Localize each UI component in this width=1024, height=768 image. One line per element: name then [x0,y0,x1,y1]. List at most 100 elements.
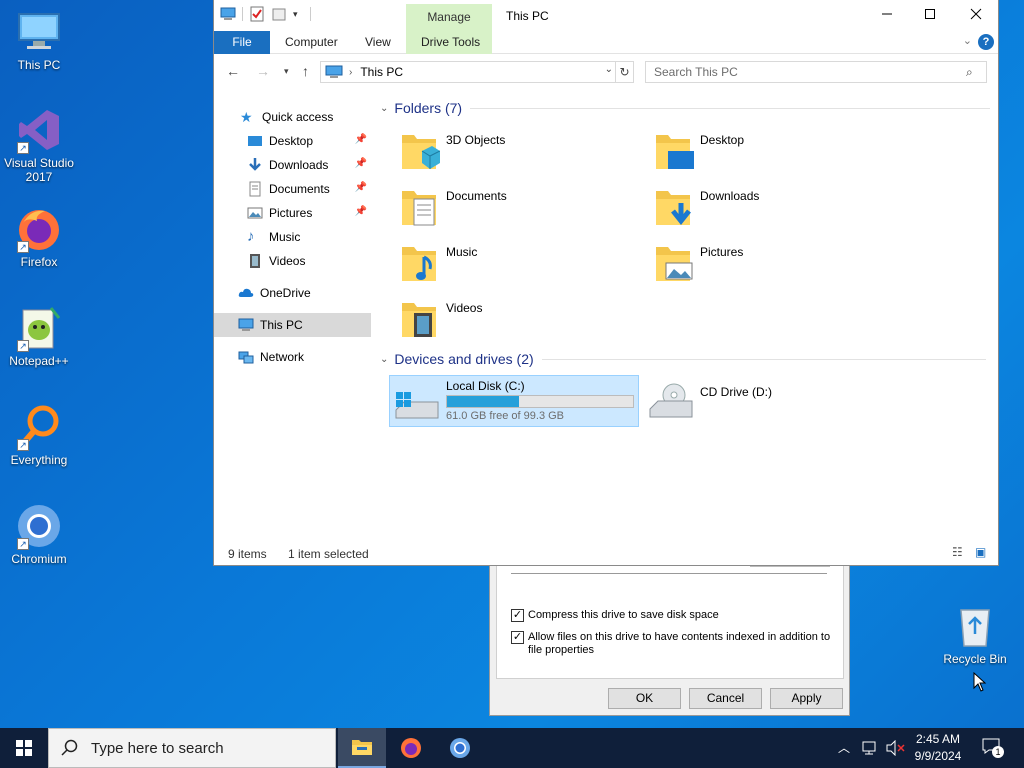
music-folder-icon [402,247,436,281]
desktop-icon-everything[interactable]: ↗ Everything [0,403,78,467]
desktop-icon-this-pc[interactable]: This PC [0,8,78,72]
notification-badge: 1 [992,746,1004,758]
sidebar-item-music[interactable]: ♪ Music [214,225,371,249]
help-icon[interactable]: ? [978,34,994,50]
content-pane: ⌄ Folders (7) 3D Objects Desktop Documen… [380,97,998,537]
recent-locations-icon[interactable]: ▾ [284,66,289,77]
show-hidden-icons-chevron-icon[interactable]: ︿ [838,728,850,768]
tab-file[interactable]: File [214,31,270,54]
up-arrow-icon[interactable]: ↑ [302,63,309,79]
drives-group-header[interactable]: ⌄ Devices and drives (2) [380,351,986,367]
folder-desktop[interactable]: Desktop [634,127,864,177]
desktop-icon-visual-studio[interactable]: ↗ Visual Studio 2017 [0,106,78,184]
desktop-icon-label: Chromium [11,552,67,566]
folder-3d-objects[interactable]: 3D Objects [380,127,610,177]
index-checkbox-row[interactable]: ✓ Allow files on this drive to have cont… [511,631,830,657]
sidebar-item-videos[interactable]: Videos [214,249,371,273]
maximize-icon [925,9,935,19]
drive-cd-d[interactable]: CD Drive (D:) [646,375,896,427]
sidebar-item-this-pc[interactable]: This PC [214,313,371,337]
pin-icon[interactable]: 📌 [355,134,367,145]
taskbar-file-explorer[interactable] [338,728,386,768]
start-button[interactable] [0,728,48,768]
compress-checkbox-row[interactable]: ✓ Compress this drive to save disk space [511,609,719,622]
desktop-icon-chromium[interactable]: ↗ Chromium [0,502,78,566]
close-icon [970,8,982,20]
folder-music[interactable]: Music [380,239,610,289]
index-label: Allow files on this drive to have conten… [528,631,830,657]
sidebar-item-quick-access[interactable]: ★ Quick access [214,105,371,129]
folder-videos[interactable]: Videos [380,295,610,345]
folder-downloads[interactable]: Downloads [634,183,864,233]
tab-computer[interactable]: Computer [285,31,338,54]
ok-button[interactable]: OK [608,688,681,709]
firefox-icon [401,738,421,758]
index-checkbox[interactable]: ✓ [511,631,524,644]
desktop-icon-notepadpp[interactable]: ↗ Notepad++ [0,304,78,368]
minimize-button[interactable] [864,0,910,31]
compress-checkbox[interactable]: ✓ [511,609,524,622]
taskbar-firefox[interactable] [388,728,436,768]
index-label-line1: Allow files on this drive to have conten… [528,631,831,643]
desktop-icon-firefox[interactable]: ↗ Firefox [0,205,78,269]
sidebar-item-label: This PC [260,318,303,332]
sidebar-item-network[interactable]: Network [214,345,371,369]
breadcrumb-chevron-icon[interactable]: › [349,67,352,78]
refresh-icon[interactable]: ↻ [615,62,633,82]
volume-muted-icon[interactable] [886,740,906,756]
sidebar-item-pictures[interactable]: Pictures 📌 [214,201,371,225]
star-icon: ★ [240,109,253,125]
address-path[interactable]: This PC [360,65,403,79]
chevron-down-icon[interactable]: ⌄ [380,103,388,114]
sidebar-item-desktop[interactable]: Desktop 📌 [214,129,371,153]
manage-context-tab[interactable]: Manage [406,4,492,31]
address-box[interactable]: › This PC ⌄ ↻ [320,61,634,83]
sidebar-item-label: Pictures [269,206,313,220]
folder-name: Desktop [700,133,745,147]
details-view-icon[interactable]: ☷ [952,545,963,559]
folders-group-header[interactable]: ⌄ Folders (7) [380,100,991,116]
properties-icon[interactable] [249,6,265,22]
navigation-pane: ★ Quick access Desktop 📌 Downloads 📌 Doc… [214,97,374,537]
new-folder-icon[interactable] [271,6,287,22]
action-center-button[interactable]: 1 [982,738,1004,758]
taskbar-search-box[interactable]: Type here to search [48,728,336,768]
group-title: Folders (7) [394,100,463,116]
sidebar-item-label: Downloads [269,158,329,172]
tab-view[interactable]: View [365,31,391,54]
desktop-icon-label: This PC [17,58,61,72]
pin-icon[interactable]: 📌 [355,158,367,169]
search-icon[interactable]: ⌕ [966,65,973,80]
folder-documents[interactable]: Documents [380,183,610,233]
drive-local-disk-c[interactable]: Local Disk (C:) 61.0 GB free of 99.3 GB [389,375,639,427]
tab-drive-tools[interactable]: Drive Tools [421,31,480,54]
ribbon-expand-icon[interactable]: ⌄ [963,34,972,47]
pictures-folder-icon [656,247,693,281]
apply-button[interactable]: Apply [770,688,843,709]
network-icon[interactable] [862,740,880,756]
pin-icon[interactable]: 📌 [355,182,367,193]
address-dropdown-icon[interactable]: ⌄ [605,64,613,75]
close-button[interactable] [953,0,999,31]
taskbar-chromium[interactable] [436,728,484,768]
desktop-icon-recycle-bin[interactable]: Recycle Bin [936,602,1014,666]
large-icons-view-icon[interactable]: ▣ [975,545,986,559]
chevron-down-icon[interactable]: ⌄ [380,354,388,365]
computer-icon [238,318,254,331]
clock[interactable]: 2:45 AM 9/9/2024 [912,728,964,768]
forward-arrow-icon[interactable]: → [256,63,270,79]
folder-name: Downloads [700,189,760,203]
computer-icon[interactable] [220,6,236,22]
windows-logo-icon [16,740,32,756]
folder-pictures[interactable]: Pictures [634,239,864,289]
sidebar-item-label: Music [269,230,301,244]
cancel-button[interactable]: Cancel [689,688,762,709]
pin-icon[interactable]: 📌 [355,206,367,217]
sidebar-item-documents[interactable]: Documents 📌 [214,177,371,201]
maximize-button[interactable] [907,0,953,31]
sidebar-item-downloads[interactable]: Downloads 📌 [214,153,371,177]
customize-qat-icon[interactable]: ▾ [293,9,298,20]
search-input[interactable]: Search This PC [645,61,987,83]
back-arrow-icon[interactable]: ← [226,63,240,79]
sidebar-item-onedrive[interactable]: OneDrive [214,281,371,305]
